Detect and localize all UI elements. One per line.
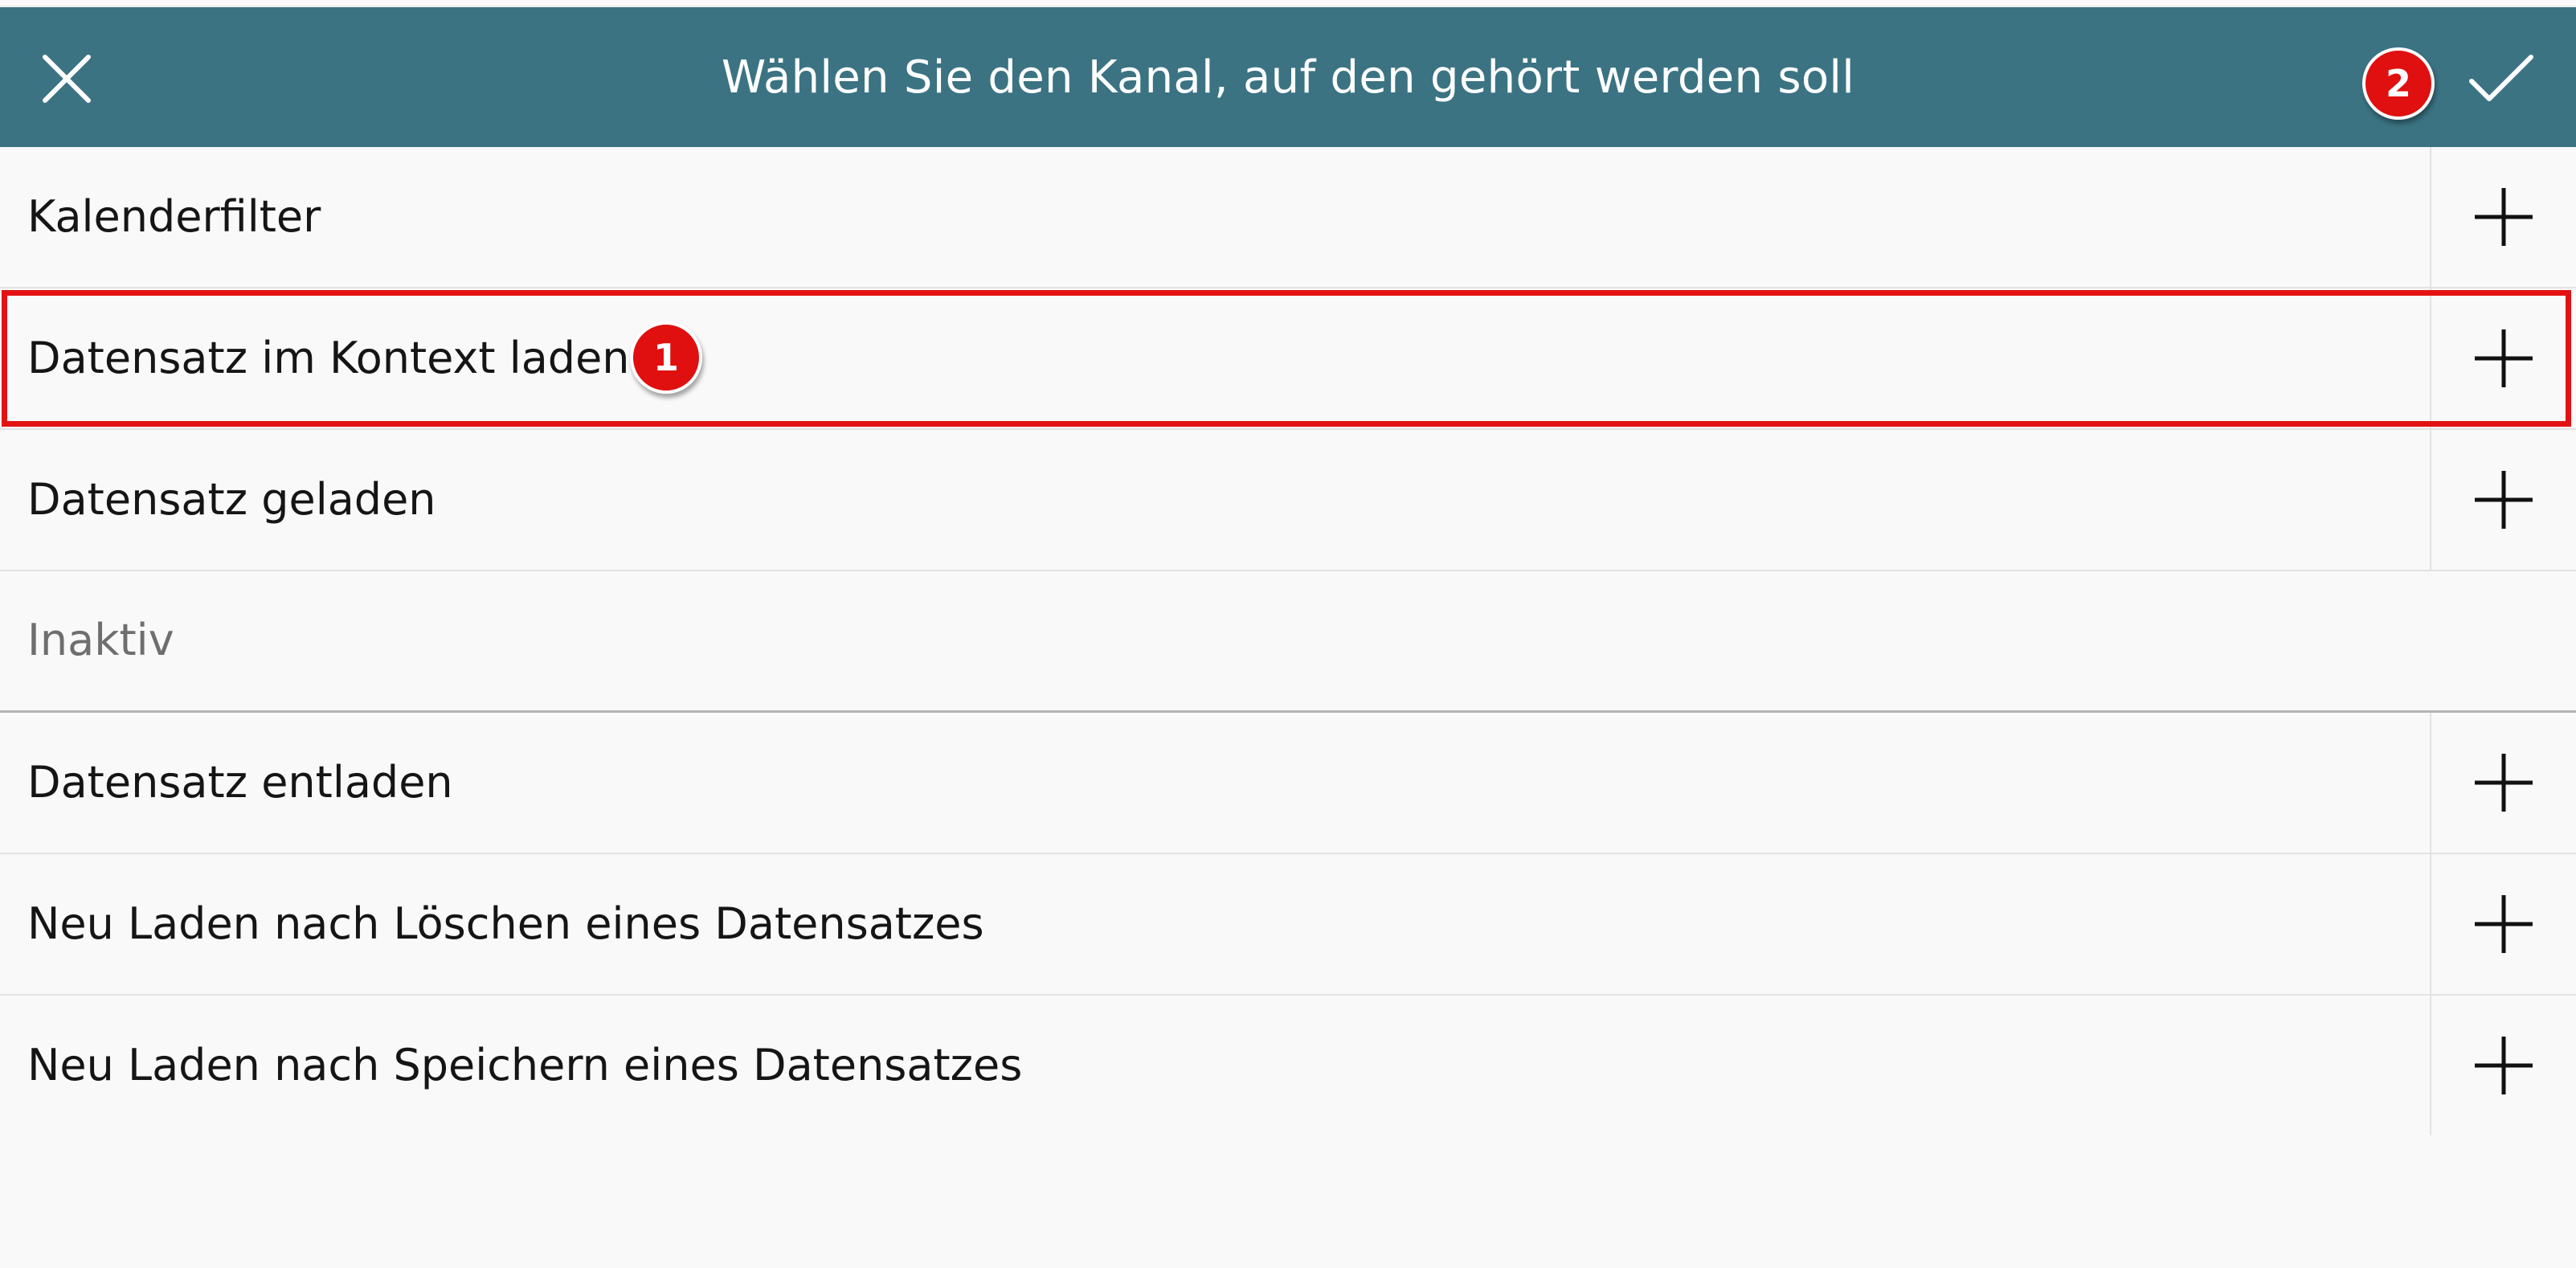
channel-row-datensatz-entladen[interactable]: Datensatz entladen bbox=[0, 713, 2576, 854]
plus-icon bbox=[2475, 895, 2533, 953]
channel-row-neu-laden-nach-loeschen[interactable]: Neu Laden nach Löschen eines Datensatzes bbox=[0, 854, 2576, 996]
annotation-marker-2: 2 bbox=[2362, 47, 2435, 120]
channel-label: Datensatz im Kontext laden bbox=[27, 333, 630, 383]
channel-row-datensatz-geladen[interactable]: Datensatz geladen bbox=[0, 430, 2576, 571]
channel-row-kalenderfilter[interactable]: Kalenderfilter bbox=[0, 147, 2576, 288]
annotation-marker-1: 1 bbox=[630, 321, 702, 394]
dialog-header: Wählen Sie den Kanal, auf den gehört wer… bbox=[0, 6, 2576, 147]
add-channel-button[interactable] bbox=[2430, 713, 2576, 853]
plus-icon bbox=[2475, 471, 2533, 529]
inactive-section-header: Inaktiv bbox=[0, 571, 2576, 713]
plus-icon bbox=[2475, 1037, 2533, 1094]
channel-label: Datensatz entladen bbox=[27, 757, 453, 808]
checkmark-icon bbox=[2469, 55, 2533, 101]
channel-row-datensatz-im-kontext-laden[interactable]: Datensatz im Kontext laden bbox=[0, 288, 2576, 430]
channel-label: Datensatz geladen bbox=[27, 474, 436, 525]
add-channel-button[interactable] bbox=[2430, 288, 2576, 428]
add-channel-button[interactable] bbox=[2430, 996, 2576, 1135]
plus-icon bbox=[2475, 329, 2533, 387]
plus-icon bbox=[2475, 754, 2533, 812]
channel-label: Neu Laden nach Speichern eines Datensatz… bbox=[27, 1040, 1023, 1090]
dialog-title: Wählen Sie den Kanal, auf den gehört wer… bbox=[721, 51, 1855, 104]
confirm-button[interactable] bbox=[2465, 52, 2537, 105]
channel-picker-dialog: Wählen Sie den Kanal, auf den gehört wer… bbox=[0, 0, 2576, 1268]
channel-label: Neu Laden nach Löschen eines Datensatzes bbox=[27, 898, 984, 949]
add-channel-button[interactable] bbox=[2430, 854, 2576, 994]
add-channel-button[interactable] bbox=[2430, 147, 2576, 287]
section-title: Inaktiv bbox=[27, 615, 174, 665]
channel-list: Kalenderfilter Datensatz im Kontext lade… bbox=[0, 147, 2576, 1137]
plus-icon bbox=[2475, 188, 2533, 246]
channel-label: Kalenderfilter bbox=[27, 191, 321, 242]
add-channel-button[interactable] bbox=[2430, 430, 2576, 570]
channel-row-neu-laden-nach-speichern[interactable]: Neu Laden nach Speichern eines Datensatz… bbox=[0, 996, 2576, 1137]
